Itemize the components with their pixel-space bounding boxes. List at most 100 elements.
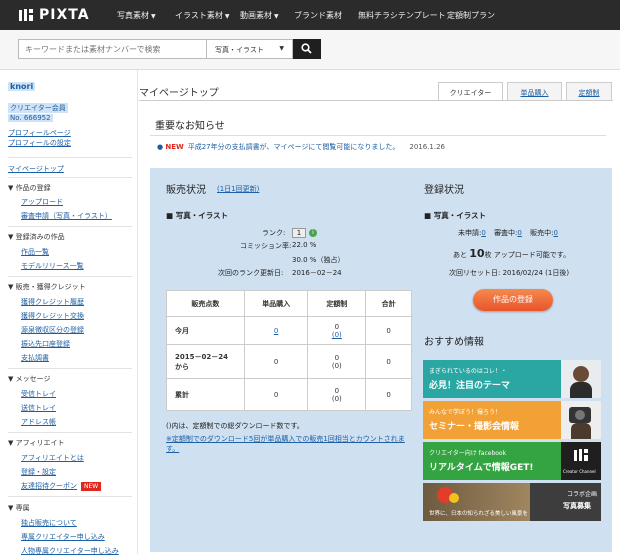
sales-update-note[interactable]: (1日1回更新) — [217, 184, 259, 194]
sidebar-item-friend-coupon[interactable]: 友達招待クーポン NEW — [21, 481, 102, 491]
total-count: 0 — [365, 378, 412, 411]
notice-item: ● NEW 平成27年分の支払調書が、マイページにて閲覧可能になりました。 2016… — [157, 142, 445, 152]
sidebar-item-credit-history[interactable]: 獲得クレジット履歴 — [21, 297, 84, 307]
sidebar-section-register: ▼ 作品の登録 — [8, 183, 51, 193]
sidebar-divider — [8, 368, 132, 369]
next-rank-value: 2016－02－24 — [292, 269, 342, 277]
notice-link[interactable]: 平成27年分の支払調書が、マイページにて閲覧可能になりました。 — [188, 143, 400, 151]
tab-creator[interactable]: クリエイター — [438, 82, 503, 100]
sidebar-item-exclusive-sales[interactable]: 独占販売について — [21, 518, 77, 528]
sidebar-item-payment-record[interactable]: 支払調書 — [21, 353, 49, 363]
top-navigation-bar: PIXTA 写真素材 ▼ イラスト素材 ▼ 動画素材 ▼ ブランド素材 無料チラシテン… — [0, 0, 620, 30]
triangle-down-icon: ▼ — [8, 439, 16, 447]
sidebar-item-withholding[interactable]: 源泉徴収区分の登録 — [21, 325, 84, 335]
notice-divider — [150, 135, 606, 136]
banner-tag-main: 写真募集 — [563, 502, 591, 510]
table-header: 定額制 — [307, 290, 367, 317]
banner-text-main: 必見！注目のテーマ — [429, 381, 511, 391]
friend-coupon-label: 友達招待クーポン — [21, 482, 77, 490]
rank-value: 1 — [292, 228, 306, 238]
nav-brand[interactable]: ブランド素材 — [294, 10, 342, 21]
sidebar-section-registered: ▼ 登録済みの作品 — [8, 232, 65, 242]
new-badge: NEW — [81, 482, 102, 491]
square-bullet-icon: ■ — [424, 211, 434, 220]
sidebar-section-exclusive: ▼ 専属 — [8, 503, 30, 513]
info-icon[interactable]: i — [309, 229, 317, 237]
member-type: クリエイター会員 — [8, 103, 68, 113]
sidebar-divider — [8, 432, 132, 433]
sidebar-item-affiliate-settings[interactable]: 登録・設定 — [21, 467, 56, 477]
sidebar-section-label: アフィリエイト — [15, 439, 65, 447]
sidebar-item-profile-settings[interactable]: プロフィールの設定 — [8, 138, 71, 148]
table-header: 合計 — [365, 290, 412, 317]
single-count-link[interactable]: 0 — [274, 327, 278, 335]
sidebar-item-model-release[interactable]: モデルリリース一覧 — [21, 261, 84, 271]
reset-value: 2016/02/24 (1日後) — [502, 269, 570, 277]
banner-collab-photo[interactable]: 世界に、日本の知られざる美しい風景を コラボ企画 写真募集 — [423, 483, 601, 521]
search-button[interactable] — [293, 39, 321, 59]
row-label: 今月 — [166, 316, 245, 345]
pixta-logo[interactable]: PIXTA — [18, 7, 90, 23]
sidebar-item-upload[interactable]: アップロード — [21, 197, 63, 207]
sidebar-divider — [8, 276, 132, 277]
page-title: マイページトップ — [139, 88, 219, 99]
creator-channel-label: Creator Channel — [563, 469, 596, 474]
single-count: 0 — [243, 344, 309, 379]
sales-table: 販売点数 単品購入 定額制 合計 今月 0 0 (0) 0 2015－02－24 … — [166, 290, 412, 411]
triangle-down-icon: ▼ — [8, 184, 16, 192]
nav-photo[interactable]: 写真素材 ▼ — [117, 10, 156, 21]
total-count: 0 — [365, 344, 412, 379]
banner-featured-theme[interactable]: まぎられているのはコレ！・ 必見！注目のテーマ — [423, 360, 601, 398]
sidebar-item-mypage-top[interactable]: マイページトップ — [8, 164, 64, 174]
sales-subtitle: ■ 写真・イラスト — [166, 210, 228, 221]
banner-facebook[interactable]: クリエイター向け facebook リアルタイムで情報GET! Creator … — [423, 442, 601, 480]
sales-note: ()内は、定額制での総ダウンロード数です。 — [166, 422, 304, 430]
search-input[interactable] — [18, 39, 206, 59]
selling-count-link[interactable]: 0 — [553, 229, 557, 237]
sidebar-item-profile-page[interactable]: プロフィールページ — [8, 128, 71, 138]
banner-text-sub: まぎられているのはコレ！・ — [429, 368, 507, 375]
sidebar-item-affiliate-about[interactable]: アフィリエイトとは — [21, 453, 84, 463]
tab-subscription[interactable]: 定額制 — [566, 82, 612, 100]
sales-title: 販売状況 — [166, 185, 206, 196]
subscription-count-cell: 0 (0) — [307, 378, 367, 411]
nav-video[interactable]: 動画素材 ▼ — [240, 10, 279, 21]
sidebar-item-address-book[interactable]: アドレス帳 — [21, 417, 56, 427]
sidebar-item-works-list[interactable]: 作品一覧 — [21, 247, 49, 257]
pending-count-link[interactable]: 0 — [481, 229, 485, 237]
review-label: 審査中: — [494, 229, 518, 237]
recommend-title: おすすめ情報 — [424, 337, 484, 348]
sidebar-item-inbox[interactable]: 受信トレイ — [21, 389, 56, 399]
banner-seminar[interactable]: みんなで学ぼう！撮ろう！ セミナー・撮影会情報 — [423, 401, 601, 439]
triangle-down-icon: ▼ — [8, 233, 16, 241]
sidebar-item-bank-account[interactable]: 振込先口座登録 — [21, 339, 70, 349]
triangle-down-icon: ▼ — [8, 504, 16, 512]
nav-flyer-templates[interactable]: 無料チラシテンプレート — [358, 10, 446, 21]
subscription-count-cell: 0 (0) — [307, 316, 367, 345]
subscription-download-count: (0) — [331, 394, 342, 403]
sales-note-link[interactable]: ※定額制でのダウンロード5回が単品購入での販売1回相当とカウントされます。 — [166, 434, 414, 454]
search-category-select[interactable]: 写真・イラスト ▼ — [206, 39, 293, 59]
review-count-link[interactable]: 0 — [517, 229, 521, 237]
register-work-button[interactable]: 作品の登録 — [473, 289, 553, 311]
sidebar-item-people-exclusive-apply[interactable]: 人物専属クリエイター申し込み — [21, 546, 119, 556]
commission-value: 22.0 % — [292, 241, 317, 249]
pixta-logo-icon — [19, 9, 33, 21]
sidebar-item-outbox[interactable]: 送信トレイ — [21, 403, 56, 413]
nav-subscription[interactable]: 定額制プラン — [447, 10, 495, 21]
subscription-download-link[interactable]: (0) — [308, 331, 365, 339]
chevron-down-icon: ▼ — [151, 13, 156, 20]
nav-photo-label: 写真素材 — [117, 11, 149, 20]
sidebar-divider — [8, 177, 132, 178]
commission-exclusive-value: 30.0 %（独占） — [292, 256, 345, 264]
sidebar-item-credit-exchange[interactable]: 獲得クレジット交換 — [21, 311, 84, 321]
single-count: 0 — [243, 378, 309, 411]
sidebar-item-review-request[interactable]: 審査申請（写真・イラスト） — [21, 211, 112, 221]
table-header: 単品購入 — [243, 290, 309, 317]
username[interactable]: knori — [8, 82, 36, 91]
sidebar-item-exclusive-apply[interactable]: 専属クリエイター申し込み — [21, 532, 105, 542]
tab-single-purchase[interactable]: 単品購入 — [507, 82, 562, 100]
remain-count: 10 — [469, 247, 485, 260]
nav-illustration[interactable]: イラスト素材 ▼ — [175, 10, 229, 21]
upload-remaining: あと 10枚 アップロード可能です。 — [453, 247, 570, 260]
